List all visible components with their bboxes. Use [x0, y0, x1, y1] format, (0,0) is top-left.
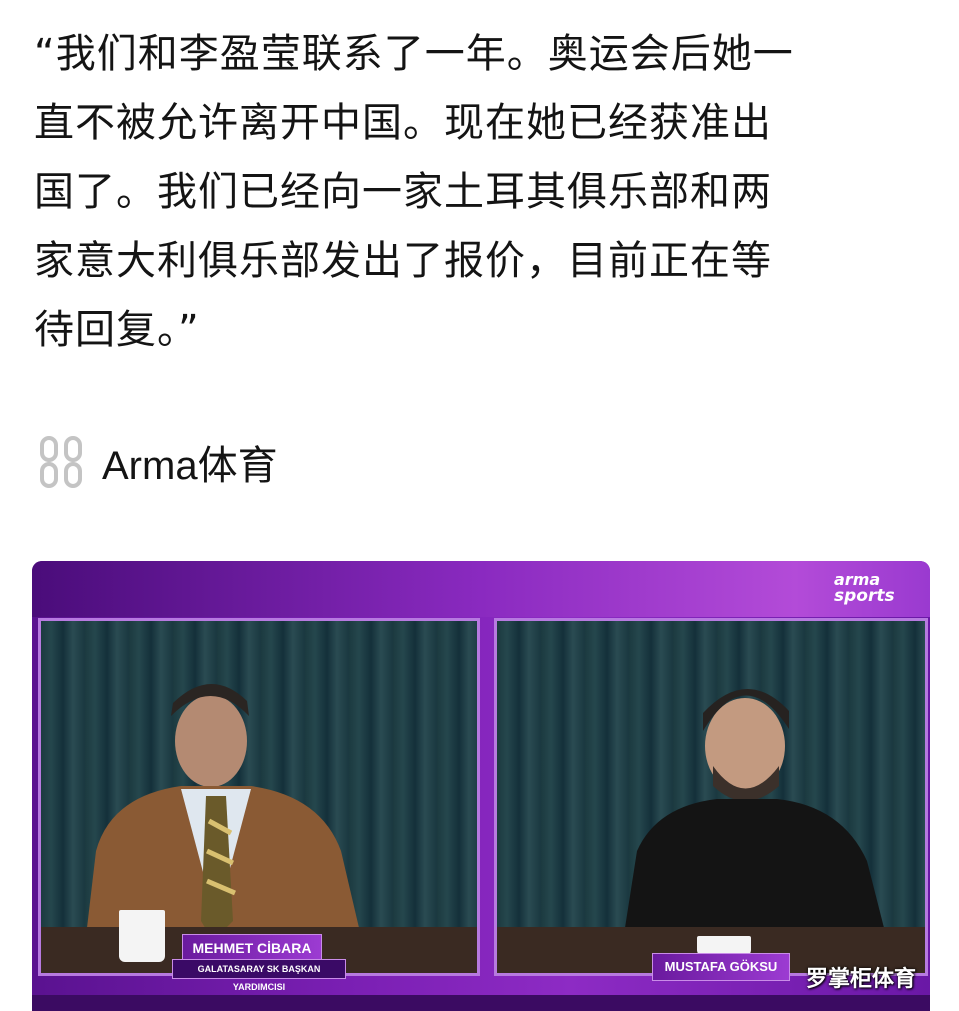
arma-sports-logo: arma sports — [834, 571, 920, 615]
chain-link-icon — [40, 436, 82, 488]
quote-text: “我们和李盈莹联系了一年。奥运会后她一 直不被允许离开中国。现在她已经获准出 国… — [34, 20, 934, 365]
mug — [119, 910, 165, 962]
left-camera-panel — [38, 618, 480, 976]
watermark: 罗掌柜体育 — [805, 967, 916, 992]
video-top-band — [32, 561, 930, 617]
quote-line: 待回复。” — [34, 307, 200, 353]
quote-line: 直不被允许离开中国。现在她已经获准出 — [34, 100, 772, 146]
source-link[interactable]: Arma体育 — [38, 432, 278, 492]
right-speaker-figure — [617, 688, 896, 973]
left-speaker-figure — [81, 683, 370, 973]
left-title-caption: GALATASARAY SK BAŞKAN YARDIMCISI — [172, 959, 346, 992]
video-thumbnail[interactable]: arma sports MEHMET CİBARA GALATASARAY SK… — [32, 561, 930, 1011]
logo-line2: sports — [834, 586, 895, 606]
video-bottom-bar — [32, 995, 930, 1011]
quote-line: 国了。我们已经向一家土耳其俱乐部和两 — [34, 169, 772, 215]
right-name-caption: MUSTAFA GÖKSU — [652, 953, 790, 981]
quote-line: “我们和李盈莹联系了一年。奥运会后她一 — [34, 31, 794, 77]
quote-line: 家意大利俱乐部发出了报价，目前正在等 — [34, 238, 772, 284]
left-name-caption: MEHMET CİBARA — [182, 934, 322, 962]
right-camera-panel — [494, 618, 928, 976]
source-label: Arma体育 — [102, 444, 278, 488]
